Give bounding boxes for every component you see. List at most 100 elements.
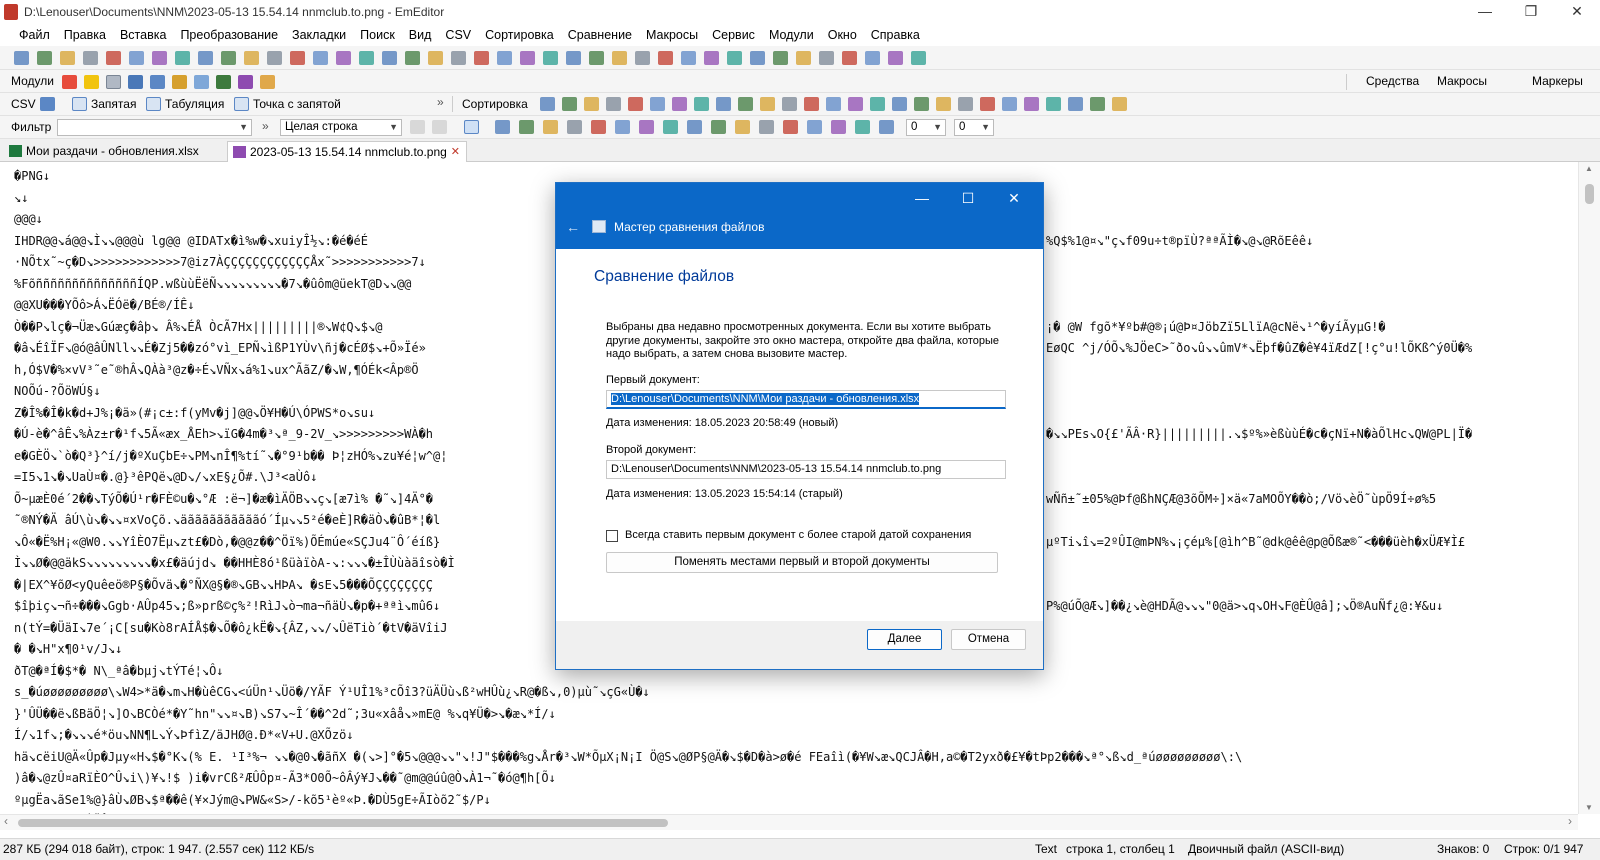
projects-icon[interactable] xyxy=(172,75,187,89)
chevron-right-icon[interactable]: » xyxy=(262,119,269,133)
snippets-icon[interactable] xyxy=(194,75,209,89)
dialog-maximize-button[interactable]: ☐ xyxy=(946,187,990,211)
toolbar-tab-macros[interactable]: Макросы xyxy=(1437,74,1487,88)
csv-action-icon[interactable] xyxy=(1046,97,1061,111)
toolbar-action-icon[interactable] xyxy=(405,51,420,65)
dialog-minimize-button[interactable]: — xyxy=(900,187,944,211)
menu-item-12[interactable]: Модули xyxy=(762,24,821,46)
csv-action-icon[interactable] xyxy=(826,97,841,111)
csv-action-icon[interactable] xyxy=(1002,97,1017,111)
tab-xlsx-document[interactable]: Мои раздачи - обновления.xlsx xyxy=(4,141,224,162)
close-tab-icon[interactable]: ✕ xyxy=(451,142,460,162)
toolbar-action-icon[interactable] xyxy=(382,51,397,65)
toolbar-action-icon[interactable] xyxy=(635,51,650,65)
menu-item-6[interactable]: Вид xyxy=(402,24,439,46)
vertical-scroll-thumb[interactable] xyxy=(1585,184,1594,204)
csv-action-icon[interactable] xyxy=(958,97,973,111)
horizontal-scroll-thumb[interactable] xyxy=(18,819,668,827)
filter-action-icon[interactable] xyxy=(735,120,750,134)
minimize-button[interactable]: — xyxy=(1462,0,1508,24)
toolbar-action-icon[interactable] xyxy=(520,51,535,65)
filter-action-icon[interactable] xyxy=(759,120,774,134)
scroll-left-icon[interactable]: ‹ xyxy=(4,814,8,828)
scroll-down-icon[interactable]: ▼ xyxy=(1585,803,1593,812)
filter-action-icon[interactable] xyxy=(879,120,894,134)
toolbar-action-icon[interactable] xyxy=(313,51,328,65)
csv-comma-button[interactable]: Запятая xyxy=(91,97,136,111)
menu-item-5[interactable]: Поиск xyxy=(353,24,402,46)
horizontal-scrollbar[interactable]: ‹ › xyxy=(0,814,1578,830)
toolbar-action-icon[interactable] xyxy=(359,51,374,65)
maximize-button[interactable]: ❐ xyxy=(1508,0,1554,24)
toolbar-action-icon[interactable] xyxy=(911,51,926,65)
scroll-right-icon[interactable]: › xyxy=(1568,814,1572,828)
csv-action-icon[interactable] xyxy=(738,97,753,111)
csv-action-icon[interactable] xyxy=(540,97,555,111)
csv-action-icon[interactable] xyxy=(694,97,709,111)
csv-semicolon-button[interactable]: Точка с запятой xyxy=(253,97,341,111)
filter-action-icon[interactable] xyxy=(663,120,678,134)
csv-action-icon[interactable] xyxy=(870,97,885,111)
toolbar-action-icon[interactable] xyxy=(704,51,719,65)
csv-action-icon[interactable] xyxy=(716,97,731,111)
toolbar-action-icon[interactable] xyxy=(290,51,305,65)
folder-icon[interactable] xyxy=(84,75,99,89)
filter-mode-select[interactable]: Целая строка ▼ xyxy=(280,119,402,136)
csv-action-icon[interactable] xyxy=(672,97,687,111)
menu-item-0[interactable]: Файл xyxy=(12,24,57,46)
csv-action-icon[interactable] xyxy=(628,97,643,111)
chevron-down-icon[interactable]: ▼ xyxy=(389,120,398,135)
filter-number-1[interactable]: 0 ▼ xyxy=(906,119,946,136)
menu-item-13[interactable]: Окно xyxy=(821,24,864,46)
explorer-icon[interactable] xyxy=(260,75,275,89)
toolbar-action-icon[interactable] xyxy=(451,51,466,65)
chevron-right-icon[interactable]: » xyxy=(437,95,444,109)
toolbar-action-icon[interactable] xyxy=(819,51,834,65)
html-bar-icon[interactable] xyxy=(106,75,121,89)
filter-action-icon[interactable] xyxy=(567,120,582,134)
outline-icon[interactable] xyxy=(150,75,165,89)
word-complete-icon[interactable] xyxy=(238,75,253,89)
toolbar-action-icon[interactable] xyxy=(152,51,167,65)
csv-mode-icon[interactable] xyxy=(40,97,55,111)
toolbar-tab-markers[interactable]: Маркеры xyxy=(1532,74,1583,88)
chevron-down-icon[interactable]: ▼ xyxy=(981,120,990,135)
csv-action-icon[interactable] xyxy=(606,97,621,111)
next-button[interactable]: Далее xyxy=(867,629,942,650)
toolbar-action-icon[interactable] xyxy=(658,51,673,65)
toolbar-action-icon[interactable] xyxy=(888,51,903,65)
toolbar-action-icon[interactable] xyxy=(842,51,857,65)
toolbar-action-icon[interactable] xyxy=(83,51,98,65)
toolbar-action-icon[interactable] xyxy=(612,51,627,65)
filter-action-icon[interactable] xyxy=(807,120,822,134)
toolbar-action-icon[interactable] xyxy=(221,51,236,65)
chevron-down-icon[interactable]: ▼ xyxy=(933,120,942,135)
csv-action-icon[interactable] xyxy=(1112,97,1127,111)
menu-item-14[interactable]: Справка xyxy=(864,24,927,46)
chevron-down-icon[interactable]: ▼ xyxy=(239,120,248,135)
csv-action-icon[interactable] xyxy=(1068,97,1083,111)
toolbar-action-icon[interactable] xyxy=(865,51,880,65)
csv-action-icon[interactable] xyxy=(936,97,951,111)
status-position[interactable]: строка 1, столбец 1 xyxy=(1066,842,1175,856)
menu-item-8[interactable]: Сортировка xyxy=(478,24,561,46)
filter-action-icon[interactable] xyxy=(495,120,510,134)
status-file-type[interactable]: Двоичный файл (ASCII-вид) xyxy=(1188,842,1344,856)
toolbar-action-icon[interactable] xyxy=(796,51,811,65)
dialog-close-button[interactable]: ✕ xyxy=(992,187,1036,211)
filter-action-icon[interactable] xyxy=(639,120,654,134)
toolbar-action-icon[interactable] xyxy=(773,51,788,65)
toolbar-action-icon[interactable] xyxy=(129,51,144,65)
toolbar-action-icon[interactable] xyxy=(336,51,351,65)
csv-action-icon[interactable] xyxy=(782,97,797,111)
menu-item-11[interactable]: Сервис xyxy=(705,24,762,46)
cancel-button[interactable]: Отмена xyxy=(951,629,1026,650)
toolbar-action-icon[interactable] xyxy=(37,51,52,65)
tab-png-document[interactable]: 2023-05-13 15.54.14 nnmclub.to.png ✕ xyxy=(227,141,467,162)
list-icon[interactable] xyxy=(128,75,143,89)
back-arrow-icon[interactable]: ← xyxy=(566,219,580,235)
menu-item-1[interactable]: Правка xyxy=(57,24,113,46)
csv-action-icon[interactable] xyxy=(914,97,929,111)
filter-action-icon[interactable] xyxy=(615,120,630,134)
csv-action-icon[interactable] xyxy=(562,97,577,111)
